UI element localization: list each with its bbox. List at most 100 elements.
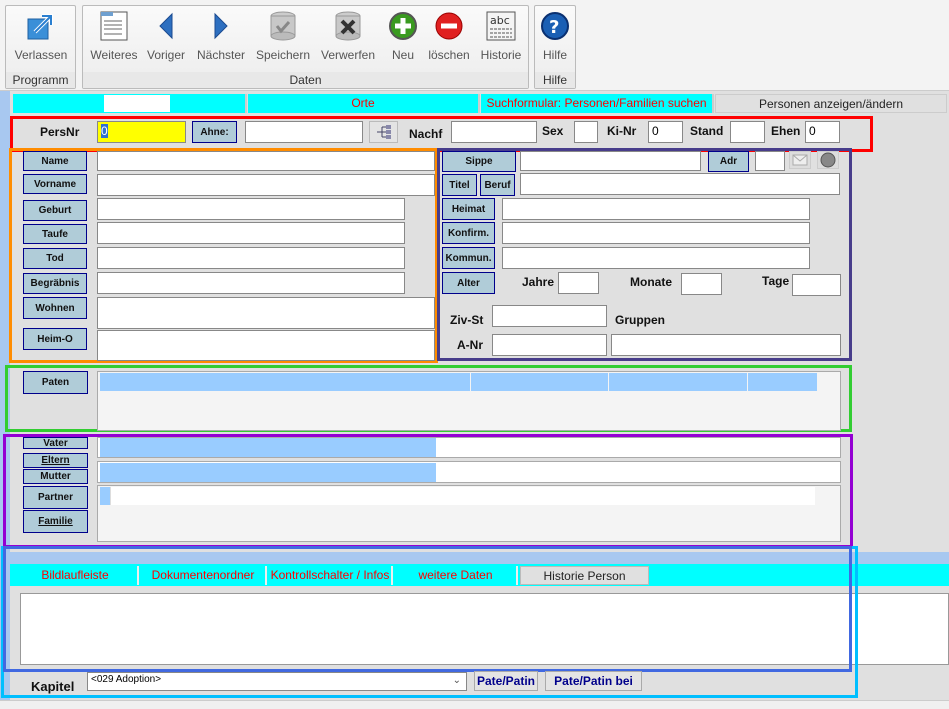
beruf-button[interactable]: Beruf bbox=[480, 174, 515, 196]
persnr-input[interactable]: 0 bbox=[97, 121, 186, 143]
geburt-button[interactable]: Geburt bbox=[23, 200, 87, 221]
familie-button[interactable]: Familie bbox=[23, 510, 88, 533]
grid-cell bbox=[100, 463, 436, 482]
grid-header-cell bbox=[748, 373, 817, 391]
voriger-button[interactable]: Voriger bbox=[143, 10, 189, 62]
kinr-input[interactable]: 0 bbox=[648, 121, 683, 143]
database-save-icon bbox=[267, 10, 299, 42]
tab-f[interactable]: F bbox=[13, 94, 247, 113]
tod-input[interactable] bbox=[97, 247, 405, 269]
tab-personen-anzeigen[interactable]: Personen anzeigen/ändern bbox=[715, 94, 947, 113]
pate-patin-bei-button[interactable]: Pate/Patin bei bbox=[545, 671, 642, 691]
tage-input[interactable] bbox=[792, 274, 841, 296]
group-label: Hilfe bbox=[535, 72, 575, 88]
sippe-input[interactable] bbox=[520, 151, 701, 171]
svg-text:abc: abc bbox=[490, 14, 510, 27]
svg-text:?: ? bbox=[549, 17, 559, 38]
tab-orte[interactable]: Orte bbox=[248, 94, 480, 113]
vater-button[interactable]: Vater bbox=[23, 437, 88, 449]
paten-button[interactable]: Paten bbox=[23, 371, 88, 394]
name-button[interactable]: Name bbox=[23, 151, 87, 171]
begraebnis-input[interactable] bbox=[97, 272, 405, 294]
pate-patin-button[interactable]: Pate/Patin bbox=[474, 671, 538, 691]
anr-input[interactable] bbox=[492, 334, 607, 356]
konfirm-button[interactable]: Konfirm. bbox=[442, 222, 495, 244]
group-hilfe: ? Hilfe Hilfe bbox=[534, 5, 576, 89]
sex-input[interactable] bbox=[574, 121, 598, 143]
tage-label: Tage bbox=[762, 274, 790, 288]
stand-input[interactable] bbox=[730, 121, 765, 143]
kommun-input[interactable] bbox=[502, 247, 810, 269]
redacted-block bbox=[104, 95, 170, 112]
vorname-button[interactable]: Vorname bbox=[23, 174, 87, 194]
adr-button[interactable]: Adr bbox=[708, 151, 749, 172]
verlassen-button[interactable]: Verlassen bbox=[9, 10, 73, 62]
speichern-button[interactable]: Speichern bbox=[253, 10, 313, 62]
begraebnis-button[interactable]: Begräbnis bbox=[23, 273, 87, 294]
tab-suchformular[interactable]: Suchformular: Personen/Familien suchen bbox=[481, 94, 714, 113]
ehen-label: Ehen bbox=[771, 124, 801, 138]
verwerfen-button[interactable]: Verwerfen bbox=[317, 10, 379, 62]
database-discard-icon bbox=[332, 10, 364, 42]
partner-button[interactable]: Partner bbox=[23, 486, 88, 509]
kapitel-select[interactable]: <029 Adoption> ⌄ bbox=[87, 672, 467, 691]
grid-header-cell bbox=[471, 373, 608, 391]
loeschen-button[interactable]: löschen bbox=[425, 10, 473, 62]
ribbon-toolbar: Verlassen Programm Weiteres Voriger Näch… bbox=[0, 0, 949, 91]
paten-grid[interactable] bbox=[97, 371, 841, 431]
vorname-input[interactable] bbox=[97, 174, 435, 196]
wohnen-button[interactable]: Wohnen bbox=[23, 297, 87, 319]
zivst-input[interactable] bbox=[492, 305, 607, 327]
triangle-right-icon bbox=[205, 10, 237, 42]
ahne-input[interactable] bbox=[245, 121, 363, 143]
gruppen-label: Gruppen bbox=[615, 313, 665, 327]
sippe-button[interactable]: Sippe bbox=[442, 151, 516, 172]
kommun-button[interactable]: Kommun. bbox=[442, 247, 495, 269]
hilfe-button[interactable]: ? Hilfe bbox=[537, 10, 573, 62]
beruf-input[interactable] bbox=[520, 173, 840, 195]
jahre-label: Jahre bbox=[522, 275, 555, 289]
gruppen-input[interactable] bbox=[611, 334, 841, 356]
neu-button[interactable]: Neu bbox=[383, 10, 423, 62]
ahne-button[interactable]: Ahne: bbox=[192, 121, 237, 143]
grid-header-cell bbox=[100, 373, 470, 391]
taufe-button[interactable]: Taufe bbox=[23, 224, 87, 244]
mail-icon[interactable] bbox=[789, 151, 811, 169]
kinr-label: Ki-Nr bbox=[607, 124, 637, 138]
nachf-input[interactable] bbox=[451, 121, 537, 143]
jahre-input[interactable] bbox=[558, 272, 599, 294]
monate-input[interactable] bbox=[681, 273, 722, 295]
mutter-grid[interactable] bbox=[97, 461, 841, 483]
heimat-input[interactable] bbox=[502, 198, 810, 220]
partner-grid[interactable] bbox=[97, 485, 841, 542]
globe-icon[interactable] bbox=[817, 151, 839, 169]
history-frame bbox=[3, 546, 852, 672]
nachf-label: Nachf bbox=[409, 127, 443, 141]
heimat-button[interactable]: Heimat bbox=[442, 198, 495, 220]
name-input[interactable] bbox=[97, 151, 435, 171]
ehen-input[interactable]: 0 bbox=[805, 121, 840, 143]
heimo-input[interactable] bbox=[97, 330, 435, 361]
eltern-button[interactable]: Eltern bbox=[23, 453, 88, 468]
zivst-label: Ziv-St bbox=[450, 313, 484, 327]
alter-button[interactable]: Alter bbox=[442, 272, 495, 294]
stand-label: Stand bbox=[690, 124, 724, 138]
geburt-input[interactable] bbox=[97, 198, 405, 220]
titel-button[interactable]: Titel bbox=[442, 174, 477, 196]
chevron-down-icon: ⌄ bbox=[452, 675, 461, 686]
weiteres-button[interactable]: Weiteres bbox=[86, 10, 142, 62]
tod-button[interactable]: Tod bbox=[23, 248, 87, 269]
wohnen-input[interactable] bbox=[97, 297, 435, 329]
group-label: Daten bbox=[83, 72, 528, 88]
historie-button[interactable]: abc Historie bbox=[477, 10, 525, 62]
vater-grid[interactable] bbox=[97, 437, 841, 458]
sex-label: Sex bbox=[542, 124, 564, 138]
persnr-label: PersNr bbox=[40, 125, 80, 139]
adr-input[interactable] bbox=[755, 151, 785, 171]
mutter-button[interactable]: Mutter bbox=[23, 469, 88, 484]
naechster-button[interactable]: Nächster bbox=[193, 10, 249, 62]
heimo-button[interactable]: Heim-O bbox=[23, 328, 87, 350]
konfirm-input[interactable] bbox=[502, 222, 810, 244]
tree-icon[interactable] bbox=[369, 121, 398, 143]
taufe-input[interactable] bbox=[97, 222, 405, 244]
